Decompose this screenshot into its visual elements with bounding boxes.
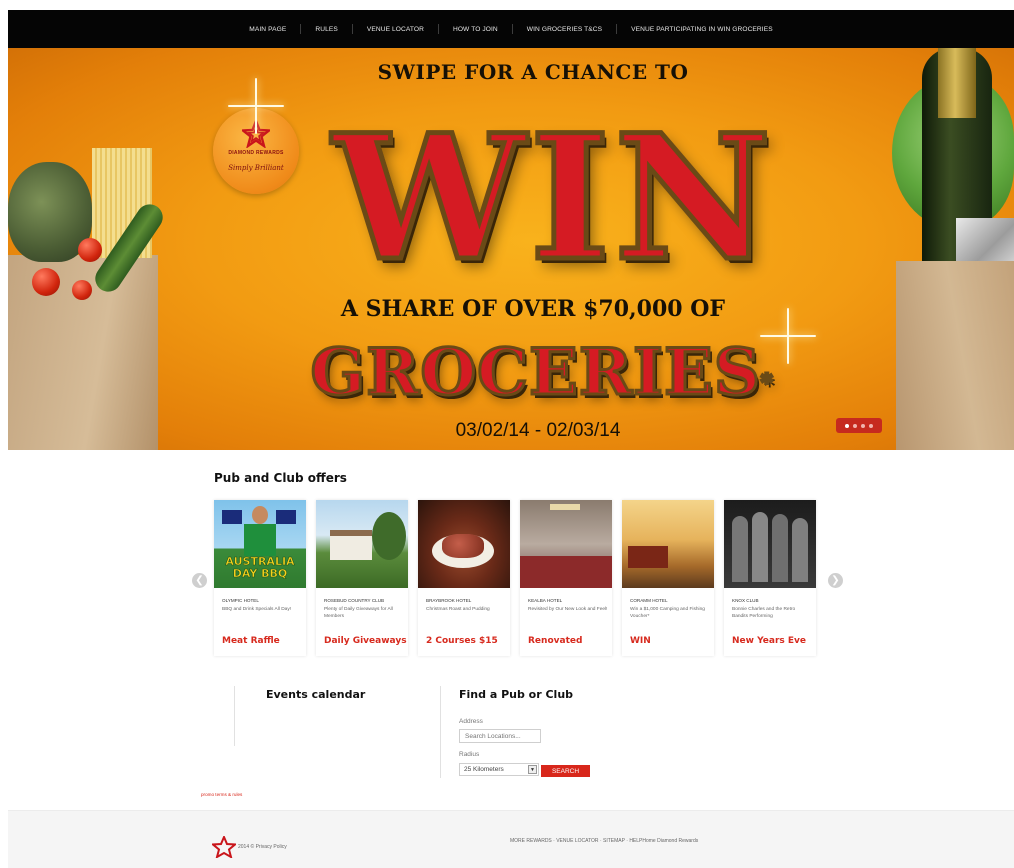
nav-how-to-join[interactable]: HOW TO JOIN [439, 26, 512, 33]
footer-link-more-rewards[interactable]: MORE REWARDS [510, 838, 552, 844]
offer-image [520, 500, 612, 588]
person-image [252, 506, 268, 524]
offer-headline[interactable]: Daily Giveaways [324, 636, 412, 646]
section-divider [234, 686, 235, 746]
offer-venue: OLYMPIC HOTEL [222, 598, 259, 603]
offer-venue: BRAYBROOK HOTEL [426, 598, 472, 603]
promo-terms-link[interactable]: promo terms & rules [201, 792, 242, 797]
page: MAIN PAGE RULES VENUE LOCATOR HOW TO JOI… [8, 10, 1014, 868]
hero-banner[interactable]: DIAMOND REWARDS Simply Brilliant SWIPE F… [8, 48, 1014, 450]
carousel-dot[interactable] [861, 423, 865, 428]
hero-groceries-text: GROCERIES* [252, 332, 832, 414]
search-button[interactable]: SEARCH [541, 765, 590, 777]
offer-image: AUSTRALIA DAY BBQ [214, 500, 306, 588]
nav-venue-locator[interactable]: VENUE LOCATOR [353, 26, 438, 33]
offer-card[interactable]: BRAYBROOK HOTEL Christmas Roast and Pudd… [418, 500, 510, 656]
offer-venue: CORAMM HOTEL [630, 598, 668, 603]
carousel-dot[interactable] [853, 423, 857, 428]
top-nav: MAIN PAGE RULES VENUE LOCATOR HOW TO JOI… [8, 10, 1014, 48]
tomato-image [78, 238, 102, 262]
offer-headline[interactable]: Renovated [528, 636, 616, 646]
offer-image-text: AUSTRALIA DAY BBQ [225, 555, 295, 580]
offer-description: Revisited by Our New Look and Feel! [528, 607, 608, 612]
chandelier-image [550, 504, 580, 510]
carousel-pager [836, 418, 882, 433]
star-logo-icon[interactable] [212, 836, 236, 858]
band-member-image [752, 512, 768, 582]
section-divider [440, 686, 441, 778]
carpet-image [520, 556, 612, 588]
chevron-left-icon[interactable]: ❮ [192, 573, 207, 588]
nav-win-groceries-tcs[interactable]: WIN GROCERIES T&CS [513, 26, 616, 33]
hero-headline: SWIPE FOR A CHANCE TO [377, 60, 689, 84]
clubhouse-image [330, 530, 372, 560]
dropdown-arrow-icon[interactable]: ▼ [528, 765, 537, 774]
offer-headline[interactable]: Meat Raffle [222, 636, 310, 646]
nav-venues-participating[interactable]: VENUE PARTICIPATING IN WIN GROCERIES [617, 26, 787, 33]
radius-value: 25 Kilometers [464, 766, 504, 773]
flag-icon [222, 510, 242, 524]
hero-share-text: A SHARE OF OVER $70,000 OF [340, 296, 726, 322]
events-title: Events calendar [266, 688, 366, 701]
flag-icon [276, 510, 296, 524]
footer-copyright: 2014 © Privacy Policy [238, 844, 287, 850]
footer-link-sitemap[interactable]: SITEMAP [603, 838, 625, 844]
finder-title: Find a Pub or Club [459, 688, 574, 701]
offer-description: BBQ and Drink Specials All Day! [222, 607, 292, 612]
grocery-bag-right [896, 261, 1014, 450]
offer-image [316, 500, 408, 588]
hero-dates: 03/02/14 - 02/03/14 [455, 420, 621, 441]
tomato-image [72, 280, 92, 300]
footer-links: MORE REWARDS · VENUE LOCATOR · SITEMAP ·… [510, 838, 698, 844]
footer-link-venue-locator[interactable]: VENUE LOCATOR [556, 838, 598, 844]
offer-image [418, 500, 510, 588]
offer-description: Win a $1,000 Camping and Fishing Voucher… [630, 607, 705, 619]
nav-rules[interactable]: RULES [301, 26, 352, 33]
roast-image [442, 534, 484, 558]
offer-card[interactable]: AUSTRALIA DAY BBQ OLYMPIC HOTEL BBQ and … [214, 500, 306, 656]
offer-description: Christmas Roast and Pudding [426, 607, 490, 612]
band-member-image [772, 514, 788, 582]
radius-select[interactable]: 25 Kilometers ▼ [459, 763, 539, 776]
offer-card[interactable]: ROSEBUD COUNTRY CLUB Plenty of Daily Giv… [316, 500, 408, 656]
hero-win-text: WIN [330, 95, 776, 300]
footer-link-help[interactable]: HELPHome Diamond Rewards [629, 838, 698, 844]
offer-venue: KNOX CLUB [732, 598, 759, 603]
offer-description: Plenty of Daily Giveaways for All Member… [324, 607, 393, 619]
offer-card[interactable]: KNOX CLUB Bonnie Charles and the Retro B… [724, 500, 816, 656]
offer-venue: KEALBA HOTEL [528, 598, 563, 603]
carousel-dot[interactable] [869, 423, 873, 428]
tomato-image [32, 268, 60, 296]
offer-card[interactable]: KEALBA HOTEL Revisited by Our New Look a… [520, 500, 612, 656]
apron-image [244, 524, 276, 556]
radius-label: Radius [459, 751, 480, 758]
groceries-asterisk: * [760, 369, 774, 398]
offers-title: Pub and Club offers [214, 471, 347, 485]
offer-headline[interactable]: New Years Eve [732, 636, 820, 646]
nav-items: MAIN PAGE RULES VENUE LOCATOR HOW TO JOI… [8, 10, 1014, 48]
offer-description: Bonnie Charles and the Retro Bandits Per… [732, 607, 796, 619]
nav-main-page[interactable]: MAIN PAGE [235, 26, 300, 33]
carousel-dot[interactable] [845, 423, 849, 428]
offer-headline[interactable]: WIN [630, 636, 718, 646]
offer-image [724, 500, 816, 588]
chevron-right-icon[interactable]: ❯ [828, 573, 843, 588]
offer-venue: ROSEBUD COUNTRY CLUB [324, 598, 385, 603]
bottle-foil-neck [938, 48, 976, 118]
tree-image [372, 512, 406, 560]
address-label: Address [459, 718, 483, 725]
offer-headline[interactable]: 2 Courses $15 [426, 636, 514, 646]
truck-image [628, 546, 668, 568]
band-member-image [792, 518, 808, 582]
band-member-image [732, 516, 748, 582]
offer-image [622, 500, 714, 588]
offer-card[interactable]: CORAMM HOTEL Win a $1,000 Camping and Fi… [622, 500, 714, 656]
groceries-word: GROCERIES [309, 334, 761, 412]
logo-name: DIAMOND REWARDS [228, 150, 284, 156]
footer: 2014 © Privacy Policy MORE REWARDS · VEN… [8, 810, 1014, 868]
address-input[interactable] [459, 729, 541, 743]
logo-tagline: Simply Brilliant [228, 164, 284, 172]
